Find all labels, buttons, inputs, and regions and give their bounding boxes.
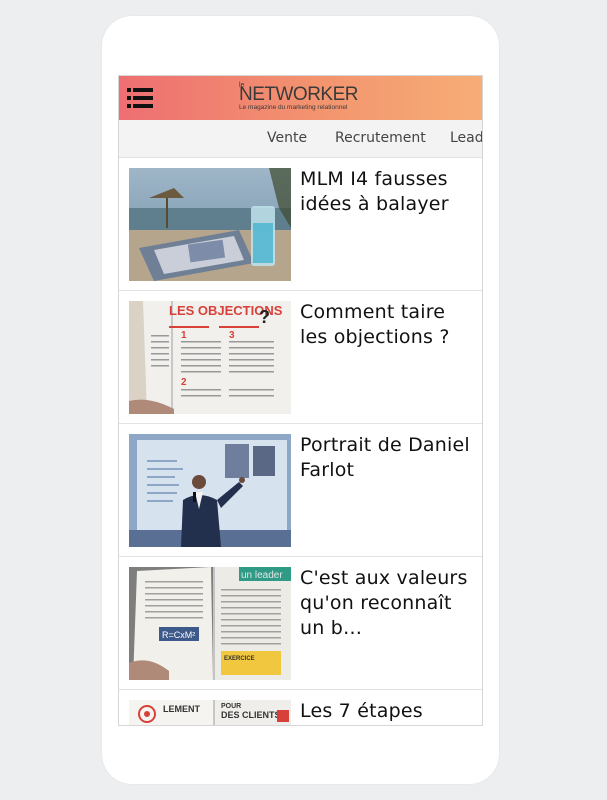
category-lead[interactable]: Lead — [450, 130, 482, 146]
article-title[interactable]: Portrait de Daniel Farlot — [300, 433, 476, 483]
category-recrutement[interactable]: Recrutement — [335, 130, 426, 146]
svg-text:?: ? — [259, 307, 270, 327]
article-list: MLM I4 fausses idées à balayer LES OBJEC… — [119, 158, 482, 725]
article-title[interactable]: Comment taire les objections ? — [300, 300, 476, 350]
article-item[interactable]: MLM I4 fausses idées à balayer — [119, 158, 482, 291]
article-thumbnail: LES OBJECTIONS ? 1 3 2 — [129, 301, 291, 414]
article-item[interactable]: Portrait de Daniel Farlot — [119, 424, 482, 557]
article-thumbnail: un leader R=CxM² EXERCICE — [129, 567, 291, 680]
article-item[interactable]: LES OBJECTIONS ? 1 3 2 Comment taire les… — [119, 291, 482, 424]
article-title[interactable]: Les 7 étapes — [300, 699, 476, 724]
svg-text:POUR: POUR — [221, 703, 241, 710]
svg-text:EXERCICE: EXERCICE — [224, 656, 255, 662]
app-screen: le NETWORKER Le magazine du marketing re… — [118, 75, 483, 726]
hamburger-menu-icon[interactable] — [127, 87, 153, 109]
svg-text:2: 2 — [181, 377, 187, 388]
article-title[interactable]: MLM I4 fausses idées à balayer — [300, 167, 476, 217]
article-thumbnail — [129, 434, 291, 547]
svg-text:1: 1 — [181, 330, 187, 341]
category-nav: Vente Recrutement Lead — [119, 120, 482, 158]
logo-tagline: Le magazine du marketing relationnel — [239, 104, 348, 111]
article-thumbnail: LEMENT POUR DES CLIENTS — [129, 700, 291, 725]
svg-text:un leader: un leader — [241, 570, 283, 581]
logo-wordmark: NETWORKER — [239, 84, 359, 105]
article-item[interactable]: LEMENT POUR DES CLIENTS Les 7 étapes — [119, 690, 482, 725]
category-vente[interactable]: Vente — [267, 130, 307, 146]
svg-text:3: 3 — [229, 330, 235, 341]
svg-text:R=CxM²: R=CxM² — [162, 630, 195, 640]
networker-logo[interactable]: le NETWORKER Le magazine du marketing re… — [239, 82, 359, 114]
article-item[interactable]: un leader R=CxM² EXERCICE C'est aux vale… — [119, 557, 482, 690]
top-bar: le NETWORKER Le magazine du marketing re… — [119, 76, 482, 120]
svg-text:DES CLIENTS: DES CLIENTS — [221, 710, 281, 720]
article-title[interactable]: C'est aux valeurs qu'on reconnaît un b… — [300, 566, 476, 641]
article-thumbnail — [129, 168, 291, 281]
svg-text:LEMENT: LEMENT — [163, 704, 201, 714]
